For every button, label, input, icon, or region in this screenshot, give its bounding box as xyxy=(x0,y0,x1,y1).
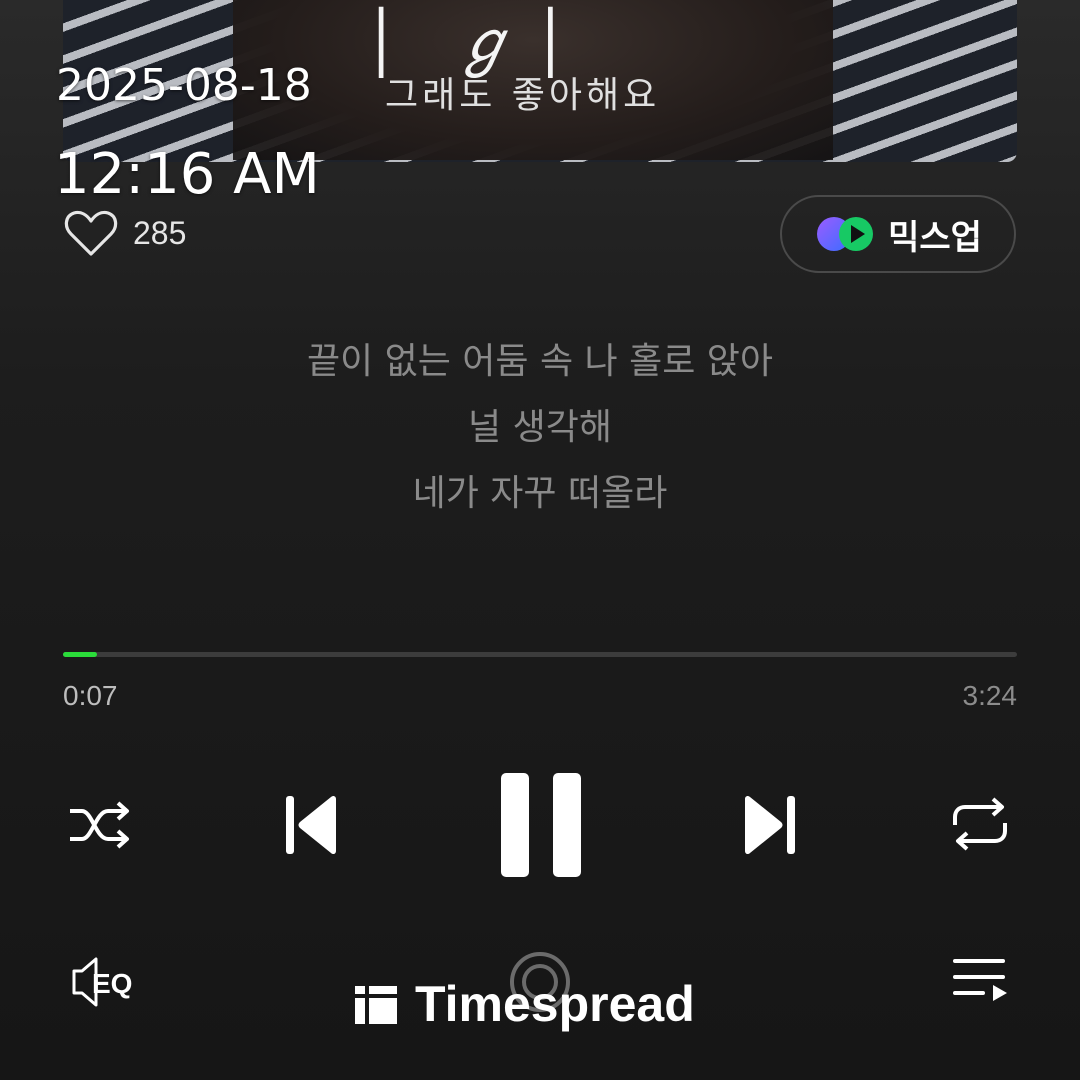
repeat-button[interactable] xyxy=(949,795,1011,853)
like-button[interactable]: 285 xyxy=(63,208,186,258)
shuffle-icon xyxy=(70,801,129,849)
timestamp-time: 12:16 AM xyxy=(54,142,320,207)
progress-bar[interactable] xyxy=(63,652,1017,657)
lyrics-panel[interactable]: 끝이 없는 어둠 속 나 홀로 앉아 널 생각해 네가 자꾸 떠올라 xyxy=(0,332,1080,530)
repeat-icon xyxy=(953,797,1007,851)
shuffle-button[interactable] xyxy=(66,797,132,853)
eq-speaker-icon: EQ xyxy=(72,957,132,1007)
mixup-logo-icon xyxy=(817,217,874,251)
time-total: 3:24 xyxy=(962,680,1018,711)
next-button[interactable] xyxy=(741,794,797,856)
previous-button[interactable] xyxy=(284,794,340,856)
progress-fill xyxy=(63,652,98,657)
like-count: 285 xyxy=(133,214,187,251)
watermark-text: Timespread xyxy=(415,976,695,1032)
album-subtitle: 그래도 좋아해요 xyxy=(385,75,661,116)
timespread-watermark: Timespread xyxy=(355,975,695,1033)
previous-track-icon xyxy=(286,795,336,855)
pause-button[interactable] xyxy=(499,771,583,879)
queue-button[interactable] xyxy=(951,955,1009,1009)
mixup-button[interactable]: 믹스업 xyxy=(780,195,1016,273)
pause-icon xyxy=(501,773,581,877)
lyric-line: 네가 자꾸 떠올라 xyxy=(412,473,668,514)
eq-label: EQ xyxy=(92,968,132,999)
timestamp-date: 2025-08-18 xyxy=(56,60,312,111)
timespread-logo-icon xyxy=(355,986,397,1024)
heart-outline-icon xyxy=(64,210,118,256)
mixup-label: 믹스업 xyxy=(888,217,982,258)
playlist-queue-icon xyxy=(953,959,1007,1001)
lyric-line: 끝이 없는 어둠 속 나 홀로 앉아 xyxy=(306,341,774,382)
next-track-icon xyxy=(745,795,795,855)
lyric-line: 널 생각해 xyxy=(468,407,612,448)
eq-button[interactable]: EQ xyxy=(64,953,140,1011)
time-elapsed: 0:07 xyxy=(63,680,118,711)
